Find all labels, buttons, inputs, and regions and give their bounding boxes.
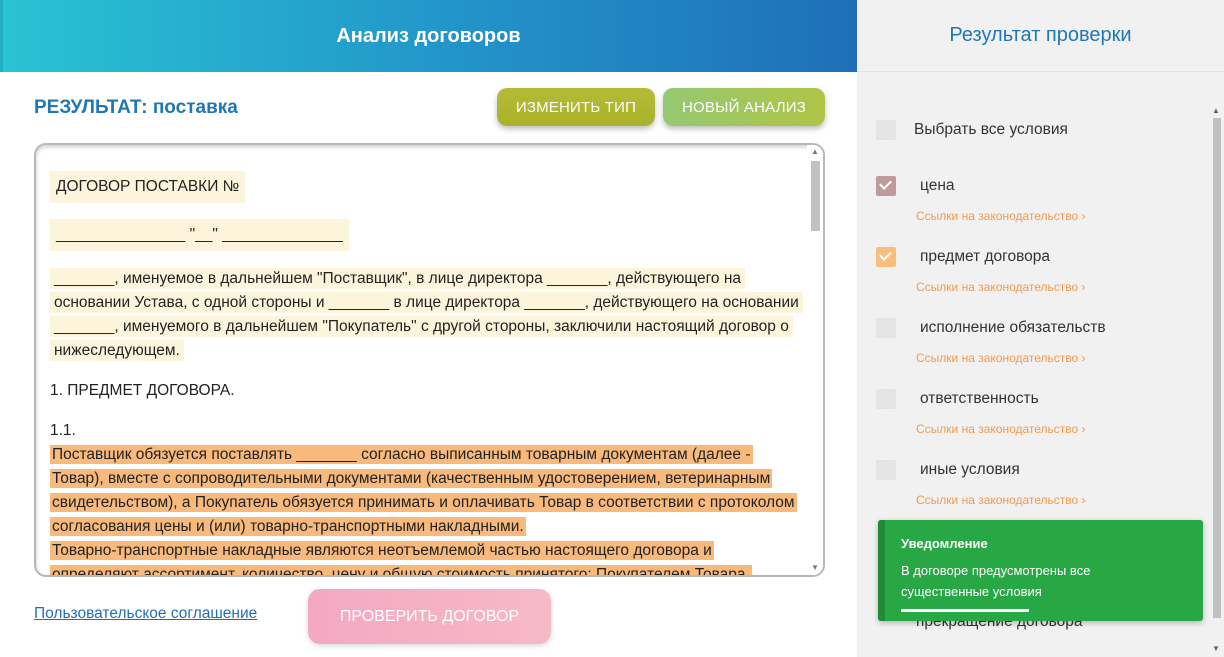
condition-checkbox-subject[interactable] xyxy=(876,247,896,267)
condition-checkbox-obligations[interactable] xyxy=(876,318,896,338)
select-all-label: Выбрать все условия xyxy=(914,121,1068,138)
analysis-panel: РЕЗУЛЬТАТ: поставка ИЗМЕНИТЬ ТИП НОВЫЙ А… xyxy=(0,72,857,657)
condition-label: ответственность xyxy=(920,390,1039,407)
contract-title: ДОГОВОР ПОСТАВКИ № xyxy=(50,171,246,203)
contract-date-line: _______________ "__" ______________ xyxy=(50,219,349,251)
condition-checkbox-price[interactable] xyxy=(876,176,896,196)
conditions-scrollbar[interactable]: ▲ ▼ xyxy=(1209,72,1224,657)
condition-checkbox-other[interactable] xyxy=(876,460,896,480)
check-contract-button[interactable]: ПРОВЕРИТЬ ДОГОВОР xyxy=(308,589,551,644)
clause-text-highlight: Поставщик обязуется поставлять _______ с… xyxy=(50,445,797,536)
scroll-up-icon[interactable]: ▲ xyxy=(1212,106,1220,115)
contract-text-area[interactable]: ДОГОВОР ПОСТАВКИ № _______________ "__" … xyxy=(34,143,825,577)
notification-progress-bar xyxy=(901,609,1029,612)
checkmark-icon xyxy=(879,177,892,190)
clause-text-highlight-2: Товарно-транспортные накладные являются … xyxy=(50,541,752,575)
scroll-down-icon[interactable]: ▼ xyxy=(1212,644,1220,653)
app-title: Анализ договоров xyxy=(336,24,521,47)
result-header: Результат проверки xyxy=(857,0,1224,72)
checkmark-icon xyxy=(879,248,892,261)
condition-row-subject[interactable]: предмет договора xyxy=(876,247,1050,267)
change-type-button[interactable]: ИЗМЕНИТЬ ТИП xyxy=(497,88,655,126)
condition-label: предмет договора xyxy=(920,248,1051,265)
scroll-down-icon[interactable]: ▼ xyxy=(810,563,820,573)
condition-checkbox-liability[interactable] xyxy=(876,389,896,409)
new-analysis-button[interactable]: НОВЫЙ АНАЛИЗ xyxy=(663,88,825,126)
law-reference-link[interactable]: Ссылки на законодательство › xyxy=(916,422,1086,436)
notification-text: В договоре предусмотрены все существенны… xyxy=(901,563,1091,599)
notification-title: Уведомление xyxy=(901,536,988,551)
scroll-thumb[interactable] xyxy=(1213,118,1221,618)
scroll-thumb[interactable] xyxy=(811,161,820,231)
contract-intro: _______, именуемое в дальнейшем "Поставщ… xyxy=(50,268,803,361)
notification-toast[interactable]: Уведомление В договоре предусмотрены все… xyxy=(878,520,1203,621)
select-all-row[interactable]: Выбрать все условия xyxy=(876,120,1068,140)
contract-content: ДОГОВОР ПОСТАВКИ № _______________ "__" … xyxy=(50,171,803,575)
select-all-checkbox[interactable] xyxy=(876,120,896,140)
condition-label: цена xyxy=(920,177,955,194)
app-header: Анализ договоров xyxy=(0,0,857,72)
section-heading: 1. ПРЕДМЕТ ДОГОВОРА. xyxy=(50,382,235,399)
result-type-label: РЕЗУЛЬТАТ: поставка xyxy=(34,97,238,118)
user-agreement-link[interactable]: Пользовательское соглашение xyxy=(34,605,257,623)
condition-row-obligations[interactable]: исполнение обязательств xyxy=(876,318,1106,338)
law-reference-link[interactable]: Ссылки на законодательство › xyxy=(916,280,1086,294)
result-header-title: Результат проверки xyxy=(949,24,1132,46)
law-reference-link[interactable]: Ссылки на законодательство › xyxy=(916,351,1086,365)
condition-row-other[interactable]: иные условия xyxy=(876,460,1020,480)
clause-number: 1.1. xyxy=(50,422,76,439)
condition-label: исполнение обязательств xyxy=(920,319,1106,336)
condition-row-liability[interactable]: ответственность xyxy=(876,389,1039,409)
condition-row-price[interactable]: цена xyxy=(876,176,955,196)
law-reference-link[interactable]: Ссылки на законодательство › xyxy=(916,493,1086,507)
condition-label: иные условия xyxy=(920,461,1020,478)
document-scrollbar[interactable]: ▲ ▼ xyxy=(807,145,823,575)
law-reference-link[interactable]: Ссылки на законодательство › xyxy=(916,209,1086,223)
scroll-up-icon[interactable]: ▲ xyxy=(810,147,820,157)
